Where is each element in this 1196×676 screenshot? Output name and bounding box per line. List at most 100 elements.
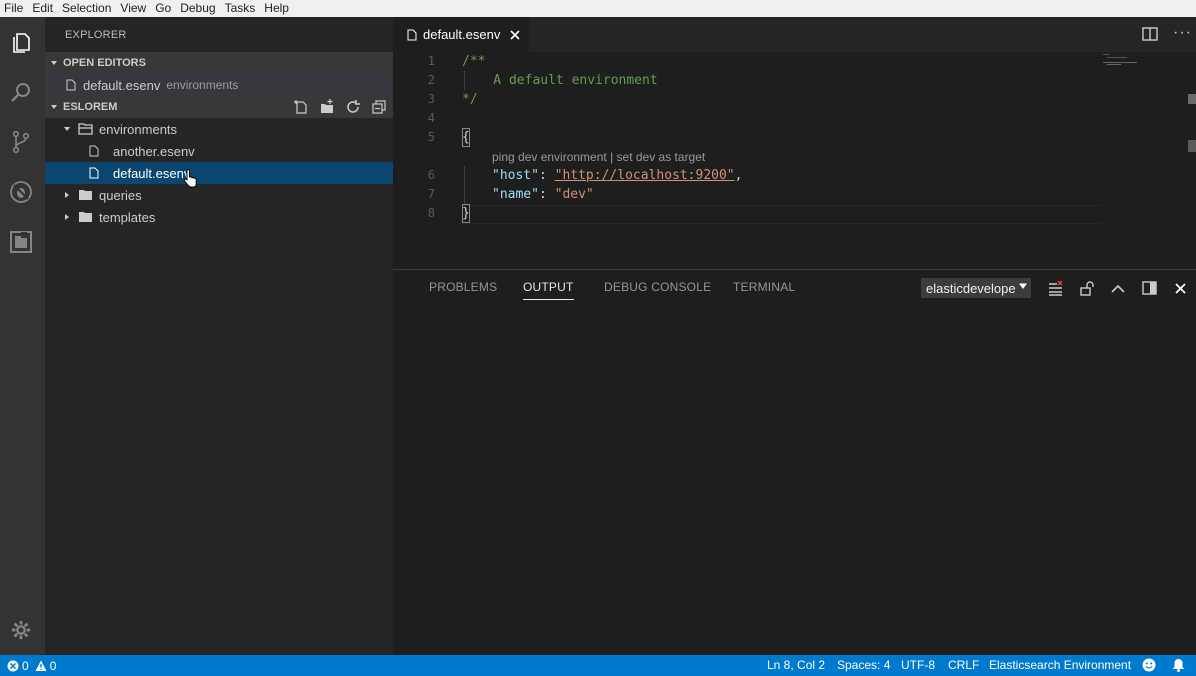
current-line-highlight	[459, 205, 1101, 224]
new-folder-icon[interactable]	[319, 99, 335, 118]
editor-tab-default[interactable]: default.esenv	[393, 17, 529, 52]
menu-tasks[interactable]: Tasks	[221, 0, 261, 17]
json-key: "host"	[492, 168, 539, 183]
chevron-right-icon	[45, 213, 73, 221]
editor-tab-bar: default.esenv ···	[393, 17, 1196, 52]
tree-file-default[interactable]: default.esenv	[45, 162, 393, 188]
indent-guide	[464, 166, 465, 204]
toggle-panel-position-icon[interactable]	[1142, 281, 1157, 298]
open-editor-folder: environments	[166, 78, 239, 92]
chevron-down-icon	[1019, 282, 1027, 290]
tab-problems[interactable]: PROBLEMS	[429, 280, 497, 294]
tab-label: default.esenv	[423, 27, 501, 42]
tree-label: environments	[99, 121, 178, 137]
refresh-icon[interactable]	[345, 99, 361, 118]
menu-go[interactable]: Go	[151, 0, 176, 17]
workspace-header[interactable]: ESLOREM	[45, 96, 393, 118]
tree-folder-queries[interactable]: queries	[45, 184, 393, 206]
code-line-2: A default environment	[462, 73, 658, 88]
tree-folder-templates[interactable]: templates	[45, 206, 393, 228]
tab-terminal[interactable]: TERMINAL	[733, 280, 795, 294]
tab-output[interactable]: OUTPUT	[523, 280, 574, 300]
file-icon	[45, 79, 83, 91]
line-number: 3	[427, 92, 435, 106]
code-line-1: /**	[462, 54, 486, 69]
menu-selection[interactable]: Selection	[58, 0, 116, 17]
menu-edit[interactable]: Edit	[28, 0, 58, 17]
more-actions-icon[interactable]: ···	[1173, 24, 1192, 42]
folder-open-icon	[73, 123, 99, 135]
tree-label: templates	[99, 209, 156, 225]
open-editor-item[interactable]: default.esenv environments	[45, 74, 393, 96]
code-line-5: {	[462, 128, 470, 147]
feedback-smiley-icon[interactable]	[1142, 658, 1156, 675]
lock-icon[interactable]	[1080, 281, 1094, 299]
status-bar: 0 0 Ln 8, Col 2 Spaces: 4 UTF-8 CRLF Ela…	[0, 655, 1196, 676]
json-colon: :	[538, 168, 555, 183]
code-editor[interactable]: 1 2 3 4 5 6 7 8 /** A default environmen…	[393, 52, 1196, 269]
error-icon	[7, 660, 19, 672]
line-number: 2	[427, 73, 435, 87]
json-key: "name"	[492, 187, 539, 202]
encoding[interactable]: UTF-8	[901, 658, 935, 672]
menu-file[interactable]: File	[0, 0, 28, 17]
extensions-icon[interactable]	[8, 229, 34, 255]
menu-view[interactable]: View	[116, 0, 151, 17]
output-channel-value: elasticdevelope	[926, 280, 1016, 296]
scrollbar-marker	[1188, 140, 1196, 152]
line-ending[interactable]: CRLF	[948, 658, 979, 672]
maximize-panel-icon[interactable]	[1111, 282, 1125, 297]
tree-label: default.esenv	[113, 165, 191, 181]
chevron-down-icon	[45, 103, 63, 111]
collapse-all-icon[interactable]	[371, 99, 387, 118]
source-control-icon[interactable]	[8, 129, 34, 155]
json-value: "dev"	[554, 187, 594, 202]
menu-bar: File Edit Selection View Go Debug Tasks …	[0, 0, 1196, 17]
file-icon	[45, 167, 107, 179]
menu-help[interactable]: Help	[260, 0, 294, 17]
codelens-actions[interactable]: ping dev environment | set dev as target	[492, 150, 705, 164]
split-editor-icon[interactable]	[1142, 27, 1158, 44]
notifications-bell-icon[interactable]	[1172, 658, 1185, 675]
tree-label: another.esenv	[113, 143, 195, 159]
line-number: 8	[427, 206, 435, 220]
code-line-6: "host": "http://localhost:9200",	[492, 166, 742, 185]
line-number: 5	[427, 130, 435, 144]
close-icon[interactable]	[510, 29, 520, 40]
file-icon	[407, 29, 417, 41]
line-number: 6	[427, 168, 435, 182]
code-line-3: */	[462, 92, 478, 107]
output-channel-select[interactable]: elasticdevelope	[921, 278, 1031, 298]
language-mode[interactable]: Elasticsearch Environment	[989, 658, 1131, 672]
open-editors-header[interactable]: OPEN EDITORS	[45, 52, 393, 74]
tree-file-another[interactable]: another.esenv	[45, 140, 393, 162]
tree-folder-environments[interactable]: environments	[45, 118, 393, 140]
file-icon	[45, 145, 107, 157]
open-editors-label: OPEN EDITORS	[63, 57, 146, 69]
cursor-position[interactable]: Ln 8, Col 2	[767, 658, 825, 672]
activity-bar	[0, 17, 45, 655]
tree-label: queries	[99, 187, 142, 203]
new-file-icon[interactable]	[293, 99, 309, 118]
close-panel-icon[interactable]	[1175, 282, 1186, 297]
json-link-value[interactable]: "http://localhost:9200"	[555, 168, 735, 183]
explorer-sidebar: EXPLORER OPEN EDITORS default.esenv envi…	[45, 17, 393, 655]
clear-output-icon[interactable]	[1048, 280, 1063, 299]
tab-debug-console[interactable]: DEBUG CONSOLE	[604, 280, 711, 294]
problems-summary[interactable]: 0 0	[7, 659, 56, 673]
folder-icon	[73, 189, 99, 201]
debug-icon[interactable]	[8, 179, 34, 205]
line-number: 7	[427, 187, 435, 201]
search-icon[interactable]	[8, 80, 34, 106]
json-colon: :	[538, 187, 555, 202]
scrollbar-marker	[1188, 94, 1196, 104]
line-number: 1	[427, 54, 435, 68]
indentation[interactable]: Spaces: 4	[837, 658, 890, 672]
menu-debug[interactable]: Debug	[176, 0, 220, 17]
bottom-panel: PROBLEMS OUTPUT DEBUG CONSOLE TERMINAL e…	[393, 269, 1196, 655]
line-number: 4	[427, 111, 435, 125]
warning-icon	[35, 660, 47, 671]
settings-gear-icon[interactable]	[8, 617, 34, 643]
files-icon[interactable]	[8, 30, 34, 56]
minimap[interactable]	[1103, 52, 1143, 66]
